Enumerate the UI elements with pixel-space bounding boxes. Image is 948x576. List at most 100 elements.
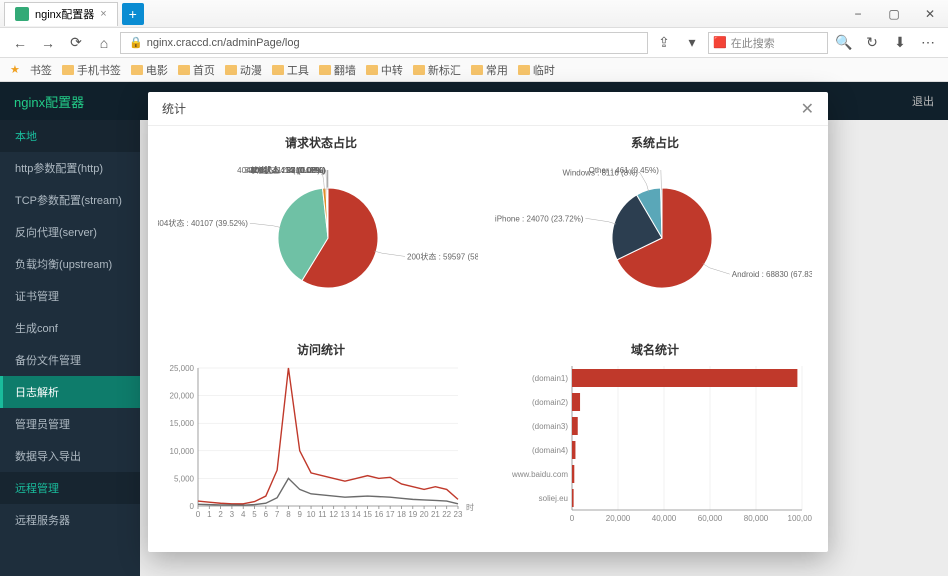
svg-text:20: 20 (420, 510, 429, 519)
window-controls: − ▢ ✕ (840, 0, 948, 28)
line-chart-visits: 05,00010,00015,00020,00025,0000123456789… (158, 360, 478, 530)
chart-title: 系统占比 (492, 134, 818, 151)
sidebar: 本地 http参数配置(http) TCP参数配置(stream) 反向代理(s… (0, 120, 140, 576)
tab-title: nginx配置器 (35, 6, 94, 22)
share-icon[interactable]: ⇪ (652, 31, 676, 55)
bookmark-item[interactable]: 手机书签 (62, 62, 121, 78)
sidebar-item-data[interactable]: 数据导入导出 (0, 440, 140, 472)
svg-text:4: 4 (241, 510, 246, 519)
bookmark-item[interactable]: 工具 (272, 62, 309, 78)
window-minimize-button[interactable]: − (840, 0, 876, 28)
svg-text:5,000: 5,000 (174, 474, 195, 483)
svg-text:20,000: 20,000 (606, 514, 631, 523)
sidebar-item-tcp[interactable]: TCP参数配置(stream) (0, 184, 140, 216)
svg-text:60,000: 60,000 (698, 514, 723, 523)
svg-text:soliej.eu: soliej.eu (539, 494, 568, 503)
star-icon[interactable]: ★ (10, 63, 20, 76)
browser-search-input[interactable]: 🟥 在此搜索 (708, 32, 828, 54)
modal-header: 统计 ✕ (148, 92, 828, 126)
sidebar-item-server[interactable]: 反向代理(server) (0, 216, 140, 248)
logout-button[interactable]: 退出 (912, 93, 934, 109)
nav-home-button[interactable]: ⌂ (92, 31, 116, 55)
svg-text:10,000: 10,000 (170, 447, 195, 456)
svg-text:18: 18 (397, 510, 406, 519)
pie-chart-system-share: Android : 68830 (67.83%)iPhone : 24070 (… (492, 153, 812, 323)
svg-text:12: 12 (329, 510, 338, 519)
svg-text:16: 16 (374, 510, 383, 519)
svg-text:8: 8 (286, 510, 291, 519)
sidebar-section-remote[interactable]: 远程管理 (0, 472, 140, 504)
svg-text:iPhone : 24070 (23.72%): iPhone : 24070 (23.72%) (495, 214, 584, 223)
search-icon[interactable]: 🔍 (832, 31, 856, 55)
bookmark-item[interactable]: 翻墙 (319, 62, 356, 78)
bookmark-item[interactable]: 动漫 (225, 62, 262, 78)
bar-chart-domains: 020,00040,00060,00080,000100,000(domain1… (492, 360, 812, 530)
svg-text:0: 0 (190, 502, 195, 511)
app-title: nginx配置器 (14, 92, 84, 111)
svg-text:400状态 : 21 (0.02%): 400状态 : 21 (0.02%) (251, 165, 326, 175)
svg-text:3: 3 (230, 510, 235, 519)
chart-visits: 访问统计 05,00010,00015,00020,00025,00001234… (158, 341, 484, 544)
svg-text:5: 5 (252, 510, 257, 519)
svg-text:(domain2): (domain2) (532, 398, 568, 407)
dropdown-icon[interactable]: ▾ (680, 31, 704, 55)
window-close-button[interactable]: ✕ (912, 0, 948, 28)
lock-icon: 🔒 (129, 36, 143, 49)
svg-text:21: 21 (431, 510, 440, 519)
new-tab-button[interactable]: + (122, 3, 144, 25)
svg-text:23: 23 (454, 510, 463, 519)
svg-text:14: 14 (352, 510, 361, 519)
folder-icon (518, 65, 530, 75)
bookmarks-bar: ★ 书签 手机书签 电影 首页 动漫 工具 翻墙 中转 新标汇 常用 临时 (0, 58, 948, 82)
svg-text:2: 2 (218, 510, 223, 519)
sidebar-section-local[interactable]: 本地 (0, 120, 140, 152)
chart-title: 域名统计 (492, 341, 818, 358)
folder-icon (471, 65, 483, 75)
tab-close-icon[interactable]: × (100, 8, 106, 20)
favicon (15, 7, 29, 21)
browser-tab[interactable]: nginx配置器 × (4, 2, 118, 26)
modal-close-button[interactable]: ✕ (801, 99, 814, 119)
sidebar-item-admin[interactable]: 管理员管理 (0, 408, 140, 440)
svg-text:20,000: 20,000 (170, 392, 195, 401)
modal-body: 请求状态占比 200状态 : 59597 (58.73%)304状态 : 401… (148, 126, 828, 552)
svg-text:25,000: 25,000 (170, 364, 195, 373)
sidebar-item-backup[interactable]: 备份文件管理 (0, 344, 140, 376)
svg-text:10: 10 (307, 510, 316, 519)
bookmark-item[interactable]: 临时 (518, 62, 555, 78)
download-icon[interactable]: ⬇ (888, 31, 912, 55)
sidebar-item-genconf[interactable]: 生成conf (0, 312, 140, 344)
svg-text:80,000: 80,000 (744, 514, 769, 523)
bookmarks-label: 书签 (30, 62, 52, 78)
svg-text:6: 6 (264, 510, 269, 519)
more-icon[interactable]: ⋯ (916, 31, 940, 55)
chart-domains: 域名统计 020,00040,00060,00080,000100,000(do… (492, 341, 818, 544)
svg-text:7: 7 (275, 510, 280, 519)
window-maximize-button[interactable]: ▢ (876, 0, 912, 28)
url-bar[interactable]: 🔒 nginx.craccd.cn/adminPage/log (120, 32, 648, 54)
chart-request-status: 请求状态占比 200状态 : 59597 (58.73%)304状态 : 401… (158, 134, 484, 337)
sidebar-item-log[interactable]: 日志解析 (0, 376, 140, 408)
svg-text:15: 15 (363, 510, 372, 519)
sidebar-item-cert[interactable]: 证书管理 (0, 280, 140, 312)
url-text: nginx.craccd.cn/adminPage/log (147, 37, 300, 49)
sidebar-item-http[interactable]: http参数配置(http) (0, 152, 140, 184)
sidebar-item-remote-server[interactable]: 远程服务器 (0, 504, 140, 536)
bookmark-item[interactable]: 首页 (178, 62, 215, 78)
bookmark-item[interactable]: 中转 (366, 62, 403, 78)
sidebar-item-upstream[interactable]: 负载均衡(upstream) (0, 248, 140, 280)
bookmark-item[interactable]: 新标汇 (413, 62, 461, 78)
svg-text:100,000: 100,000 (788, 514, 812, 523)
nav-back-button[interactable]: ← (8, 31, 32, 55)
refresh-icon[interactable]: ↻ (860, 31, 884, 55)
svg-text:304状态 : 40107 (39.52%): 304状态 : 40107 (39.52%) (158, 218, 248, 228)
svg-text:(domain4): (domain4) (532, 446, 568, 455)
nav-forward-button[interactable]: → (36, 31, 60, 55)
folder-icon (272, 65, 284, 75)
folder-icon (366, 65, 378, 75)
bookmark-item[interactable]: 常用 (471, 62, 508, 78)
nav-reload-button[interactable]: ⟳ (64, 31, 88, 55)
bookmark-item[interactable]: 电影 (131, 62, 168, 78)
flag-icon: 🟥 (713, 36, 727, 49)
folder-icon (225, 65, 237, 75)
